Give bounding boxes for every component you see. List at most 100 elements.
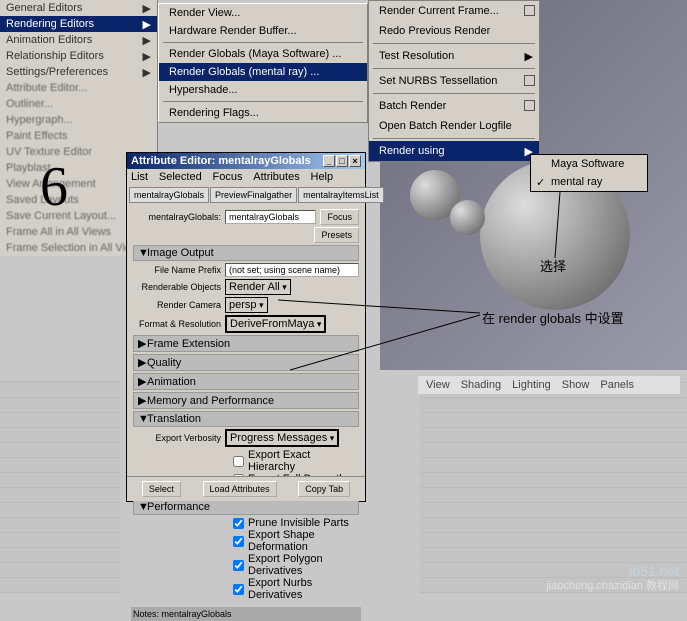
- set-nurbs-tessellation[interactable]: Set NURBS Tessellation: [369, 71, 539, 91]
- test-resolution[interactable]: Test Resolution▶: [369, 46, 539, 66]
- node-name-field[interactable]: mentalrayGlobals: [225, 210, 316, 224]
- separator: [373, 68, 535, 69]
- watermark2: jiaocheng.chazidian 教程网: [546, 577, 679, 593]
- panel-menu-panels[interactable]: Panels: [600, 379, 634, 391]
- lbl-render-camera: Render Camera: [133, 300, 221, 310]
- sub-hw-render-buffer[interactable]: Hardware Render Buffer...: [159, 22, 367, 40]
- sub-render-view[interactable]: Render View...: [159, 4, 367, 22]
- menu-item-blur[interactable]: Paint Effects: [0, 128, 157, 144]
- menu-rendering-editors[interactable]: Rendering Editors▶: [0, 16, 157, 32]
- twist-down-icon: ▼: [138, 413, 147, 425]
- rendering-editors-submenu: Render View... Hardware Render Buffer...…: [158, 3, 368, 123]
- separator: [373, 138, 535, 139]
- load-attributes-button[interactable]: Load Attributes: [203, 481, 277, 497]
- arrow-icon: ▶: [143, 50, 151, 63]
- section-frame-extension[interactable]: ▶Frame Extension: [133, 335, 359, 352]
- tab-mentalrayglobals[interactable]: mentalrayGlobals: [129, 187, 209, 203]
- render-current-frame[interactable]: Render Current Frame...: [369, 1, 539, 21]
- sub-render-globals-mentalray[interactable]: Render Globals (mental ray) ...: [159, 63, 367, 81]
- copy-tab-button[interactable]: Copy Tab: [298, 481, 350, 497]
- menu-animation-editors[interactable]: Animation Editors▶: [0, 32, 157, 48]
- open-batch-logfile[interactable]: Open Batch Render Logfile: [369, 116, 539, 136]
- menu-item-blur[interactable]: Hypergraph...: [0, 112, 157, 128]
- menu-relationship-editors[interactable]: Relationship Editors▶: [0, 48, 157, 64]
- node-name-label: mentalrayGlobals:: [133, 212, 221, 222]
- renderer-mental-ray[interactable]: ✓mental ray: [531, 173, 647, 191]
- sub-render-globals-maya[interactable]: Render Globals (Maya Software) ...: [159, 45, 367, 63]
- render-using-submenu: Maya Software ✓mental ray: [530, 154, 648, 192]
- panel-menu-shading[interactable]: Shading: [461, 379, 501, 391]
- attr-menubar: List Selected Focus Attributes Help: [127, 169, 365, 185]
- sub-rendering-flags[interactable]: Rendering Flags...: [159, 104, 367, 122]
- select-renderable-objects[interactable]: Render All ▾: [225, 279, 291, 295]
- section-memory[interactable]: ▶Memory and Performance: [133, 392, 359, 409]
- arrow-icon: ▶: [143, 34, 151, 47]
- render-using[interactable]: Render using▶: [369, 141, 539, 161]
- lbl-export-verbosity: Export Verbosity: [133, 433, 221, 443]
- attribute-editor-window: Attribute Editor: mentalrayGlobals _□× L…: [126, 152, 366, 502]
- sphere-small: [450, 200, 485, 235]
- section-quality[interactable]: ▶Quality: [133, 354, 359, 371]
- cb-export-shape-deform[interactable]: Export Shape Deformation: [233, 529, 359, 553]
- maximize-icon[interactable]: □: [336, 155, 348, 167]
- menu-focus[interactable]: Focus: [213, 171, 243, 183]
- select-export-verbosity[interactable]: Progress Messages ▾: [225, 429, 339, 447]
- panel-menu-view[interactable]: View: [426, 379, 450, 391]
- batch-render[interactable]: Batch Render: [369, 96, 539, 116]
- window-title: Attribute Editor: mentalrayGlobals: [131, 155, 311, 167]
- option-box-icon[interactable]: [524, 5, 535, 16]
- focus-button[interactable]: Focus: [320, 209, 359, 225]
- close-icon[interactable]: ×: [349, 155, 361, 167]
- section-translation[interactable]: ▼Translation: [133, 411, 359, 427]
- tab-mentalrayitemslist[interactable]: mentalrayItemsList: [298, 187, 384, 203]
- select-render-camera[interactable]: persp ▾: [225, 297, 268, 313]
- twist-right-icon: ▶: [138, 356, 147, 369]
- check-icon: ✓: [536, 176, 545, 189]
- panel-menu-show[interactable]: Show: [562, 379, 590, 391]
- step-number: 6: [40, 155, 68, 219]
- tab-previewfinalgather[interactable]: PreviewFinalgather: [210, 187, 297, 203]
- select-format-resolution[interactable]: DeriveFromMaya ▾: [225, 315, 326, 333]
- render-menu: Render Current Frame... Redo Previous Re…: [368, 0, 540, 162]
- option-box-icon[interactable]: [524, 100, 535, 111]
- twist-right-icon: ▶: [138, 394, 147, 407]
- section-performance[interactable]: ▼Performance: [133, 499, 359, 515]
- twist-down-icon: ▼: [138, 501, 147, 513]
- cb-prune-invisible[interactable]: Prune Invisible Parts: [233, 517, 359, 529]
- twist-down-icon: ▼: [138, 247, 147, 259]
- menu-settings-prefs[interactable]: Settings/Preferences▶: [0, 64, 157, 80]
- arrow-icon: ▶: [143, 18, 151, 31]
- minimize-icon[interactable]: _: [323, 155, 335, 167]
- presets-button[interactable]: Presets: [314, 227, 359, 243]
- option-box-icon[interactable]: [524, 75, 535, 86]
- menu-attributes[interactable]: Attributes: [253, 171, 299, 183]
- grid-left: [0, 380, 120, 593]
- annotation-select: 选择: [540, 256, 566, 275]
- cb-export-polygon-deriv[interactable]: Export Polygon Derivatives: [233, 553, 359, 577]
- menu-help[interactable]: Help: [311, 171, 334, 183]
- panel-menubar: View Shading Lighting Show Panels: [418, 376, 680, 394]
- cb-export-nurbs-deriv[interactable]: Export Nurbs Derivatives: [233, 577, 359, 601]
- arrow-icon: ▶: [525, 50, 533, 63]
- panel-menu-lighting[interactable]: Lighting: [512, 379, 551, 391]
- select-button[interactable]: Select: [142, 481, 181, 497]
- sub-hypershade[interactable]: Hypershade...: [159, 81, 367, 99]
- section-animation[interactable]: ▶Animation: [133, 373, 359, 390]
- section-image-output[interactable]: ▼Image Output: [133, 245, 359, 261]
- cb-export-hierarchy[interactable]: Export Exact Hierarchy: [233, 449, 359, 473]
- redo-previous-render[interactable]: Redo Previous Render: [369, 21, 539, 41]
- menu-selected[interactable]: Selected: [159, 171, 202, 183]
- separator: [163, 101, 363, 102]
- titlebar[interactable]: Attribute Editor: mentalrayGlobals _□×: [127, 153, 365, 169]
- arrow-icon: ▶: [143, 2, 151, 15]
- renderer-maya-software[interactable]: Maya Software: [531, 155, 647, 173]
- tab-bar: mentalrayGlobals PreviewFinalgather ment…: [127, 185, 365, 205]
- separator: [373, 43, 535, 44]
- menu-item-blur[interactable]: Outliner...: [0, 96, 157, 112]
- field-filename-prefix[interactable]: (not set; using scene name): [225, 263, 359, 277]
- menu-list[interactable]: List: [131, 171, 148, 183]
- menu-general-editors[interactable]: General Editors▶: [0, 0, 157, 16]
- menu-item-blur[interactable]: Attribute Editor...: [0, 80, 157, 96]
- arrow-icon: ▶: [143, 66, 151, 79]
- notes-area[interactable]: Notes: mentalrayGlobals: [131, 607, 361, 621]
